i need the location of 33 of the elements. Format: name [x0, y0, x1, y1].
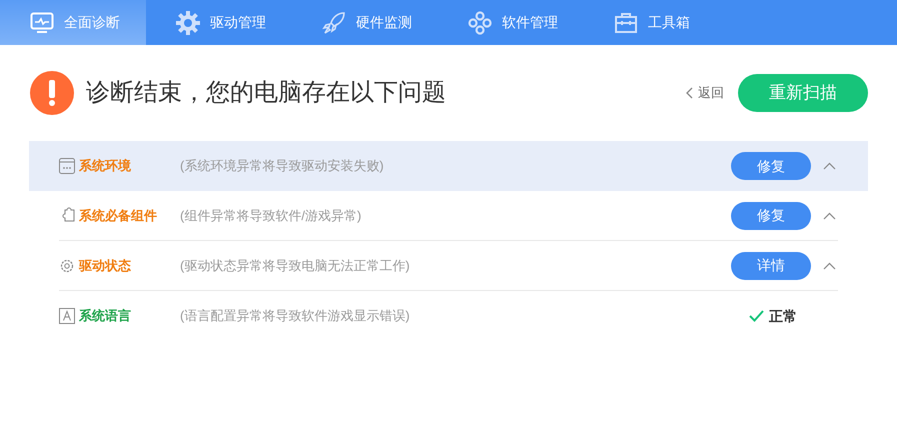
nav-tab[interactable]: 硬件监测 — [292, 0, 438, 45]
nav-tab[interactable]: 工具箱 — [584, 0, 730, 45]
chevron-up-icon[interactable] — [823, 162, 836, 170]
status-label: 正常 — [769, 306, 797, 326]
letter-a-icon — [59, 308, 75, 324]
action-button[interactable]: 详情 — [731, 252, 811, 280]
page-title: 诊断结束，您的电脑存在以下问题 — [86, 78, 446, 108]
item-description: (语言配置异常将导致软件游戏显示错误) — [180, 307, 411, 326]
item-name: 系统语言 — [79, 307, 132, 326]
monitor-icon — [30, 12, 54, 34]
action-button[interactable]: 修复 — [731, 152, 811, 180]
rocket-icon — [322, 10, 346, 34]
check-icon — [749, 310, 764, 322]
item-name: 系统必备组件 — [79, 206, 158, 225]
item-description: (系统环境异常将导致驱动安装失败) — [180, 157, 385, 176]
item-description: (驱动状态异常将导致电脑无法正常工作) — [180, 256, 411, 275]
dots-window-icon — [59, 158, 75, 174]
action-button[interactable]: 修复 — [731, 202, 811, 230]
apps-icon — [468, 10, 492, 34]
item-name: 驱动状态 — [79, 256, 132, 275]
chevron-up-icon[interactable] — [823, 262, 836, 270]
chevron-up-icon[interactable] — [823, 212, 836, 220]
item-name: 系统环境 — [79, 157, 132, 176]
warning-icon — [30, 71, 74, 115]
nav-tab[interactable]: 驱动管理 — [146, 0, 292, 45]
chevron-left-icon — [686, 87, 694, 99]
back-link[interactable]: 返回 — [686, 83, 724, 103]
gear-icon — [59, 258, 75, 274]
item-description: (组件异常将导致软件/游戏异常) — [180, 206, 362, 225]
rescan-button[interactable]: 重新扫描 — [738, 74, 868, 112]
nav-tab[interactable]: 全面诊断 — [0, 0, 146, 45]
nav-tab[interactable]: 软件管理 — [438, 0, 584, 45]
toolbox-icon — [614, 12, 638, 34]
